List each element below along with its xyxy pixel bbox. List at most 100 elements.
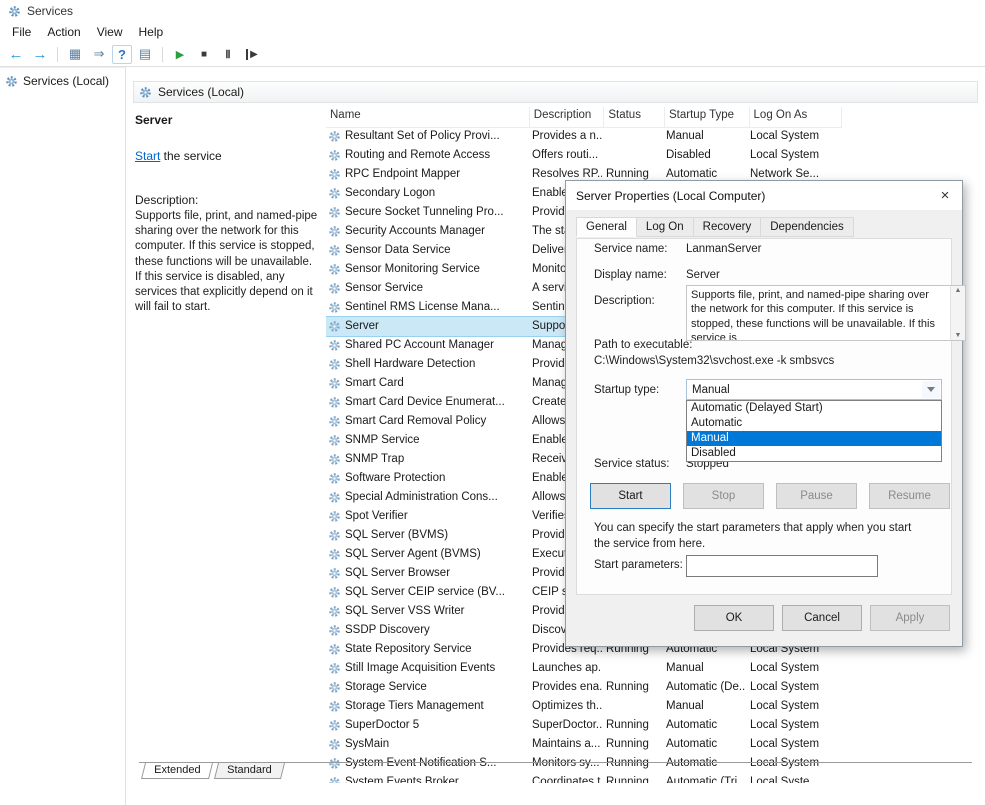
service-gear-icon [328, 339, 341, 352]
tree-item-label: Services (Local) [23, 74, 109, 88]
service-description-cell: Maintains a... [528, 737, 602, 752]
description-label: Description: [135, 193, 319, 207]
services-node-icon [5, 75, 18, 88]
startup-type-combobox[interactable]: Manual [686, 379, 942, 400]
console-tree-pane: Services (Local) [0, 67, 126, 805]
service-name-cell: Security Accounts Manager [326, 224, 528, 239]
chevron-down-icon[interactable] [922, 381, 940, 398]
service-status-cell: Running [602, 680, 662, 695]
pause-service-icon[interactable]: Ⅱ [217, 44, 239, 64]
stop-service-icon[interactable]: ■ [193, 44, 215, 64]
menu-file[interactable]: File [4, 23, 39, 41]
main-header-label: Services (Local) [158, 85, 244, 99]
service-startup-cell: Automatic (De... [662, 680, 746, 695]
pause-button[interactable]: Pause [776, 483, 857, 509]
resume-button[interactable]: Resume [869, 483, 950, 509]
service-logon-cell: Local System [746, 699, 838, 714]
service-logon-cell: Local System [746, 737, 838, 752]
toolbar-separator [162, 47, 163, 62]
service-name-cell: Sentinel RMS License Mana... [326, 300, 528, 315]
dropdown-option[interactable]: Automatic [687, 416, 941, 431]
service-name-cell: SNMP Service [326, 433, 528, 448]
service-name-cell: Smart Card [326, 376, 528, 391]
scroll-down-icon[interactable]: ▼ [955, 331, 962, 340]
start-service-link[interactable]: Start [135, 149, 160, 163]
menu-action[interactable]: Action [39, 23, 88, 41]
service-gear-icon [328, 225, 341, 238]
start-parameters-hint: You can specify the start parameters tha… [594, 521, 930, 552]
dropdown-option[interactable]: Manual [687, 431, 941, 446]
table-row[interactable]: Still Image Acquisition EventsLaunches a… [326, 659, 842, 678]
service-gear-icon [328, 320, 341, 333]
column-header-startup-type[interactable]: Startup Type [665, 107, 750, 127]
service-description-cell: Optimizes th... [528, 699, 602, 714]
menu-help[interactable]: Help [131, 23, 172, 41]
column-header-description[interactable]: Description [530, 107, 605, 127]
ok-button[interactable]: OK [694, 605, 774, 631]
column-header-status[interactable]: Status [604, 107, 665, 127]
service-gear-icon [328, 282, 341, 295]
service-name-cell: Shared PC Account Manager [326, 338, 528, 353]
export-list-icon[interactable]: ⇒ [88, 44, 110, 64]
start-service-icon[interactable]: ▶ [169, 44, 191, 64]
table-row[interactable]: Storage Tiers ManagementOptimizes th...M… [326, 697, 842, 716]
table-row[interactable]: SysMainMaintains a...RunningAutomaticLoc… [326, 735, 842, 754]
close-icon[interactable]: × [928, 181, 962, 210]
tree-item-services-local[interactable]: Services (Local) [0, 68, 125, 94]
service-description-cell: Provides a n... [528, 129, 602, 144]
service-status-cell: Running [602, 737, 662, 752]
service-gear-icon [328, 719, 341, 732]
table-row[interactable]: Resultant Set of Policy Provi...Provides… [326, 127, 842, 146]
dropdown-option[interactable]: Automatic (Delayed Start) [687, 401, 941, 416]
tab-general[interactable]: General [576, 217, 637, 237]
tab-recovery[interactable]: Recovery [693, 217, 762, 237]
service-gear-icon [328, 206, 341, 219]
apply-button[interactable]: Apply [870, 605, 950, 631]
service-gear-icon [328, 700, 341, 713]
toolbar-separator [57, 47, 58, 62]
show-console-tree-icon[interactable]: ▦ [64, 44, 86, 64]
dropdown-option[interactable]: Disabled [687, 446, 941, 461]
service-name-cell: State Repository Service [326, 642, 528, 657]
start-parameters-input[interactable] [686, 555, 878, 577]
service-gear-icon [328, 244, 341, 257]
restart-service-icon[interactable]: ▶ [241, 44, 263, 64]
scroll-up-icon[interactable]: ▲ [955, 286, 962, 295]
service-name-cell: SysMain [326, 737, 528, 752]
description-textbox[interactable]: Supports file, print, and named-pipe sha… [686, 285, 966, 341]
table-row[interactable]: Routing and Remote AccessOffers routi...… [326, 146, 842, 165]
cancel-button[interactable]: Cancel [782, 605, 862, 631]
service-gear-icon [328, 263, 341, 276]
properties-icon[interactable]: ▤ [134, 44, 156, 64]
tab-standard[interactable]: Standard [214, 763, 285, 779]
service-name-cell: Spot Verifier [326, 509, 528, 524]
tab-log-on[interactable]: Log On [636, 217, 694, 237]
display-name-label: Display name: [594, 269, 667, 281]
service-gear-icon [328, 681, 341, 694]
services-header-icon [139, 86, 152, 99]
service-name-cell: SuperDoctor 5 [326, 718, 528, 733]
start-button[interactable]: Start [590, 483, 671, 509]
service-name-cell: Resultant Set of Policy Provi... [326, 129, 528, 144]
table-row[interactable]: SuperDoctor 5SuperDoctor...RunningAutoma… [326, 716, 842, 735]
help-icon[interactable]: ? [112, 45, 132, 64]
tab-extended[interactable]: Extended [141, 763, 213, 779]
column-header-log-on-as[interactable]: Log On As [750, 107, 842, 127]
forward-arrow-icon[interactable]: → [29, 44, 51, 64]
stop-button[interactable]: Stop [683, 483, 764, 509]
service-gear-icon [328, 168, 341, 181]
description-field-label: Description: [594, 295, 655, 307]
column-header-name[interactable]: Name ˆ [326, 107, 530, 127]
service-gear-icon [328, 453, 341, 466]
start-parameters-label: Start parameters: [594, 559, 683, 571]
service-name-cell: RPC Endpoint Mapper [326, 167, 528, 182]
tab-dependencies[interactable]: Dependencies [760, 217, 854, 237]
service-name-cell: Routing and Remote Access [326, 148, 528, 163]
table-header: Name ˆ Description Status Startup Type L… [326, 107, 842, 128]
service-gear-icon [328, 377, 341, 390]
table-row[interactable]: Storage ServiceProvides ena...RunningAut… [326, 678, 842, 697]
display-name-value: Server [686, 269, 720, 281]
back-arrow-icon[interactable]: ← [5, 44, 27, 64]
description-scrollbar[interactable]: ▲ ▼ [950, 286, 965, 340]
menu-view[interactable]: View [89, 23, 131, 41]
